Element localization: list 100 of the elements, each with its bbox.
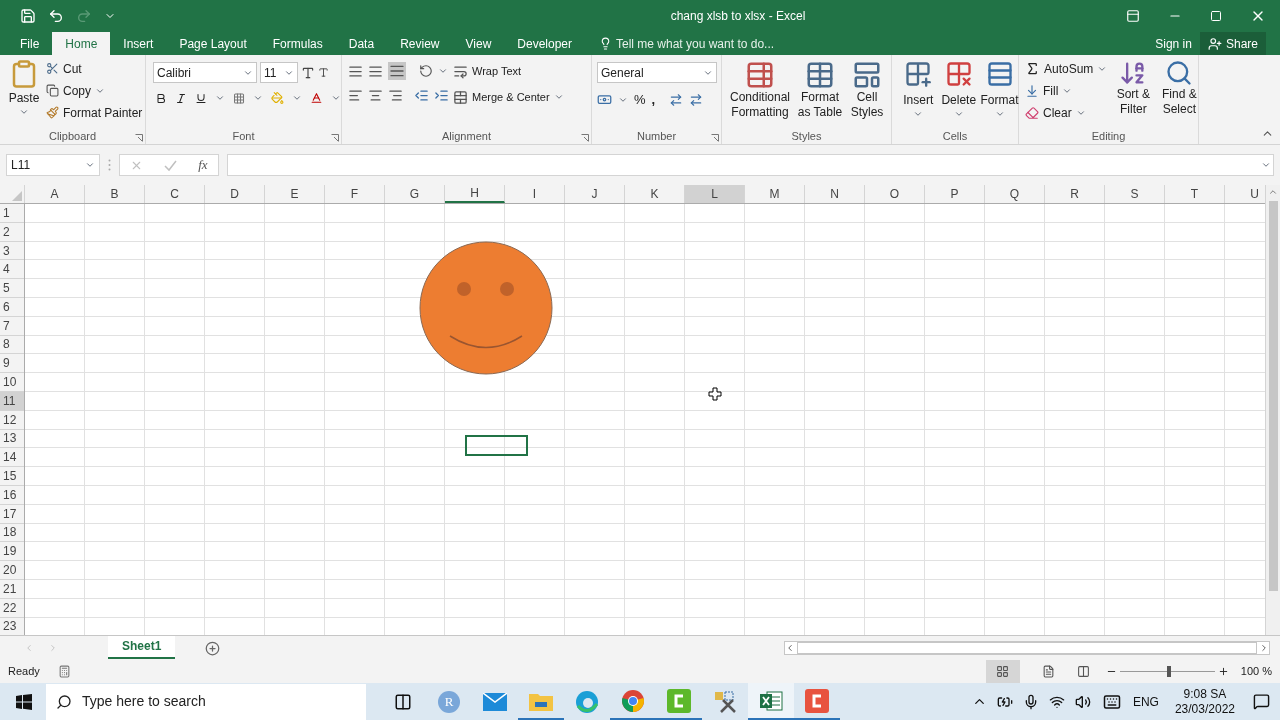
row-header[interactable]: 8 — [0, 335, 24, 355]
column-header[interactable]: L — [685, 185, 745, 203]
scroll-right-icon[interactable] — [1259, 643, 1269, 653]
increase-decimal-icon[interactable] — [669, 92, 684, 107]
row-header[interactable]: 22 — [0, 598, 24, 618]
zoom-slider[interactable] — [1119, 665, 1215, 678]
copy-button[interactable]: Copy — [46, 81, 143, 100]
cells-button[interactable]: Delete — [940, 60, 977, 128]
sheet-tab[interactable]: Sheet1 — [108, 635, 176, 659]
font-size-field[interactable]: 11 — [260, 62, 298, 83]
cell-styles-icon[interactable] — [852, 60, 882, 90]
row-header[interactable]: 12 — [0, 410, 24, 430]
column-header[interactable]: N — [805, 185, 865, 203]
font-color-icon[interactable] — [310, 91, 324, 105]
row-header[interactable]: 4 — [0, 260, 24, 280]
cut-button[interactable]: Cut — [46, 59, 143, 78]
dialog-launcher-icon[interactable] — [581, 134, 589, 142]
undo-icon[interactable] — [48, 8, 64, 24]
page-break-icon[interactable] — [1076, 665, 1090, 678]
row-header[interactable]: 20 — [0, 561, 24, 580]
row-header[interactable]: 10 — [0, 373, 24, 392]
cells-button[interactable]: Insert — [900, 60, 937, 128]
italic-icon[interactable] — [175, 91, 188, 105]
ribbon-display-icon[interactable] — [1126, 9, 1140, 23]
save-icon[interactable] — [20, 8, 36, 24]
percent-style-button[interactable]: % — [634, 90, 646, 110]
align-center-icon[interactable] — [368, 88, 383, 103]
increase-indent-icon[interactable] — [434, 88, 449, 103]
checkmark-icon[interactable] — [164, 158, 178, 172]
sign-in-link[interactable]: Sign in — [1147, 32, 1200, 55]
horizontal-scrollbar[interactable] — [784, 641, 1270, 655]
column-header[interactable]: S — [1105, 185, 1165, 203]
fill-color-icon[interactable] — [271, 91, 285, 105]
ribbon-tab[interactable]: View — [452, 32, 505, 55]
row-header[interactable]: 15 — [0, 467, 24, 486]
row-header[interactable]: 13 — [0, 429, 24, 449]
column-header[interactable]: D — [205, 185, 265, 203]
middle-align-icon[interactable] — [368, 63, 383, 79]
shrink-font-icon[interactable] — [318, 67, 329, 78]
column-header[interactable]: G — [385, 185, 445, 203]
row-header[interactable]: 21 — [0, 579, 24, 599]
column-header[interactable]: O — [865, 185, 925, 203]
clock-date[interactable]: 23/03/2022 — [1174, 701, 1235, 717]
align-left-icon[interactable] — [348, 88, 363, 103]
column-header[interactable]: R — [1045, 185, 1105, 203]
table-format-icon[interactable] — [805, 60, 835, 90]
autosum-button[interactable]: AutoSum — [1025, 59, 1108, 78]
row-header[interactable]: 5 — [0, 279, 24, 298]
column-header[interactable]: P — [925, 185, 985, 203]
normal-view-icon[interactable] — [996, 665, 1010, 678]
taskbar-search-field[interactable]: Type here to search — [46, 683, 366, 720]
ribbon-tab[interactable]: Developer — [504, 32, 585, 55]
tools-icon[interactable] — [713, 689, 737, 714]
column-header[interactable]: H — [445, 185, 505, 203]
bottom-align-icon[interactable] — [388, 62, 406, 80]
row-header[interactable]: 19 — [0, 542, 24, 562]
smiley-shape[interactable] — [419, 241, 553, 375]
row-header[interactable]: 3 — [0, 241, 24, 261]
vertical-scrollbar[interactable] — [1265, 185, 1280, 635]
volume-icon[interactable] — [1074, 693, 1091, 710]
ribbon-tab[interactable]: File — [7, 32, 53, 55]
name-box[interactable]: L11 — [6, 154, 100, 176]
clear-button[interactable]: Clear — [1025, 103, 1108, 122]
style-button[interactable]: Format as Table — [794, 90, 846, 120]
row-header[interactable]: 2 — [0, 222, 24, 242]
style-button[interactable]: Conditional Formatting — [728, 90, 792, 120]
zoom-in-icon[interactable] — [1217, 666, 1229, 677]
decrease-decimal-icon[interactable] — [689, 92, 704, 107]
row-header[interactable]: 9 — [0, 354, 24, 374]
clock-time[interactable]: 9:08 SA — [1183, 686, 1227, 702]
column-header[interactable]: F — [325, 185, 385, 203]
grow-font-icon[interactable] — [301, 65, 315, 80]
browser-icon[interactable] — [575, 689, 599, 714]
mail-icon[interactable] — [483, 692, 507, 711]
sort-filter-button[interactable]: Sort & Filter — [1113, 87, 1154, 117]
grip-icon[interactable] — [108, 159, 111, 171]
notifications-icon[interactable] — [1253, 693, 1270, 710]
paste-button[interactable]: Paste — [6, 59, 42, 128]
decrease-indent-icon[interactable] — [414, 88, 429, 103]
share-button[interactable]: Share — [1199, 32, 1266, 55]
cells-button[interactable]: Format — [981, 60, 1018, 128]
row-header[interactable]: 7 — [0, 316, 24, 336]
conditional-format-icon[interactable] — [745, 60, 775, 90]
add-sheet-icon[interactable] — [205, 640, 221, 656]
task-view-icon[interactable] — [394, 692, 412, 711]
row-header[interactable]: 1 — [0, 204, 24, 223]
insert-function-button[interactable]: fx — [198, 155, 208, 175]
tell-me-field[interactable]: Tell me what you want to do... — [616, 34, 775, 53]
scroll-up-icon[interactable] — [1268, 187, 1278, 197]
number-format-field[interactable]: General — [597, 62, 717, 83]
language-indicator[interactable]: ENG — [1132, 692, 1159, 711]
font-name-field[interactable]: Calibri — [153, 62, 257, 83]
wrap-text-button[interactable]: Wrap Text — [453, 62, 564, 80]
search-icon[interactable] — [1165, 59, 1194, 87]
formula-field[interactable] — [227, 154, 1274, 176]
style-button[interactable]: Cell Styles — [848, 90, 886, 120]
recorder-app-icon[interactable] — [805, 688, 829, 713]
underline-icon[interactable] — [195, 91, 208, 105]
borders-icon[interactable] — [233, 91, 246, 105]
dialog-launcher-icon[interactable] — [711, 134, 719, 142]
